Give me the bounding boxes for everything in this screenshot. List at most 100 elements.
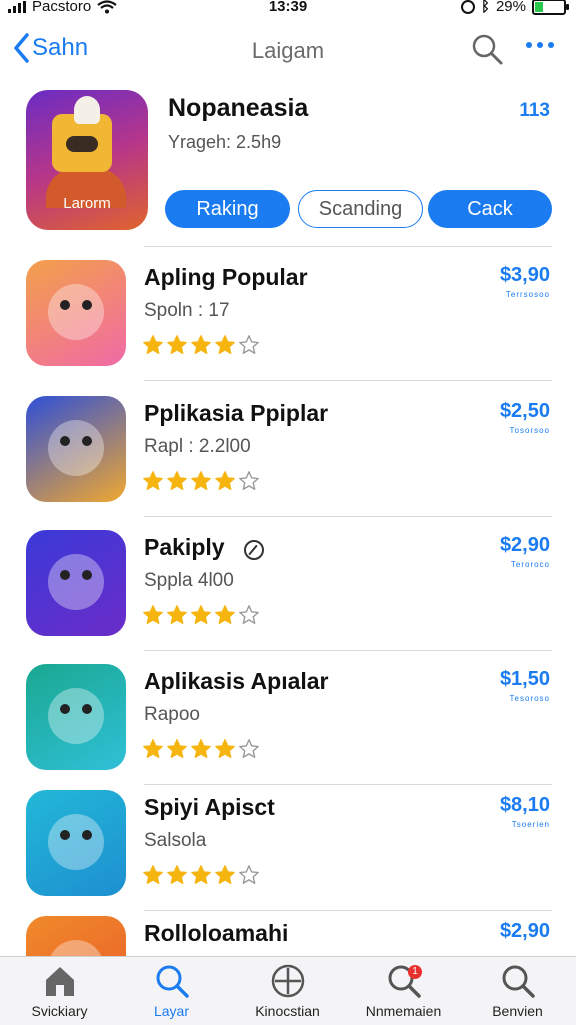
tab-label: Kinocstian — [255, 1003, 320, 1019]
app-name: Pakiply — [144, 534, 225, 560]
app-list-item[interactable]: Pplikasia Ppiplar Rapl : 2.2l00 $2,50 Tosor… — [26, 396, 552, 506]
featured-app-subtitle: Yrageh: 2.5h9 — [168, 132, 282, 152]
star-filled-icon — [215, 739, 235, 758]
star-filled-icon — [191, 605, 211, 624]
rating-stars — [142, 864, 260, 886]
app-price-button[interactable]: $2,50 — [500, 400, 550, 423]
price-note: Tsoerien — [511, 820, 550, 829]
star-filled-icon — [143, 471, 163, 490]
rating-stars — [142, 738, 260, 760]
star-filled-icon — [167, 739, 187, 758]
divider — [144, 784, 552, 785]
edit-icon — [244, 540, 264, 560]
star-filled-icon — [143, 605, 163, 624]
status-bar: Pacstoro 13:39 ᛒ 29% — [0, 0, 576, 20]
back-pill-button[interactable]: Cack — [428, 190, 552, 228]
star-empty-icon — [239, 865, 259, 884]
star-filled-icon — [215, 335, 235, 354]
tab-notifications[interactable]: 1 Nnmemaien — [346, 963, 461, 1019]
star-empty-icon — [239, 471, 259, 490]
star-filled-icon — [191, 865, 211, 884]
app-subtitle: Rapl : 2.2l00 — [144, 436, 251, 457]
star-filled-icon — [191, 471, 211, 490]
tab-home[interactable]: Svickiary — [2, 963, 117, 1019]
price-note: Tesoroso — [509, 694, 550, 703]
divider — [144, 380, 552, 381]
featured-app-name: Nopaneasia — [168, 94, 309, 122]
app-name: Rolloloamahi — [144, 920, 289, 946]
app-price-button[interactable]: $2,90 — [500, 920, 550, 943]
search-icon — [156, 965, 189, 998]
divider — [144, 650, 552, 651]
rating-stars — [142, 604, 260, 626]
featured-app-count: 113 — [519, 100, 550, 121]
app-name: Apling Popular — [144, 264, 308, 290]
star-filled-icon — [167, 605, 187, 624]
star-filled-icon — [215, 605, 235, 624]
app-subtitle: Salsola — [144, 830, 207, 851]
star-filled-icon — [215, 471, 235, 490]
more-button[interactable] — [526, 42, 554, 48]
star-filled-icon — [191, 739, 211, 758]
app-name: Spiyi Apisct — [144, 794, 275, 820]
star-empty-icon — [239, 739, 259, 758]
star-empty-icon — [239, 335, 259, 354]
featured-icon-label: Larorm — [63, 195, 111, 212]
app-list-item[interactable]: Pakiply Sppla 4l00 $2,90 Teroroco — [26, 530, 552, 640]
ranking-button[interactable]: Raking — [165, 190, 290, 228]
app-price-button[interactable]: $8,10 — [500, 794, 550, 817]
app-name: Pplikasia Ppiplar — [144, 400, 329, 426]
app-icon[interactable] — [26, 664, 126, 770]
star-filled-icon — [167, 471, 187, 490]
app-list-item[interactable]: Rolloloamahi $2,90 — [26, 916, 552, 1022]
rating-stars — [142, 470, 260, 492]
divider — [144, 246, 552, 247]
tab-label: Nnmemaien — [365, 1003, 442, 1019]
app-price-button[interactable]: $2,90 — [500, 534, 550, 557]
price-note: Terrsosoo — [505, 290, 550, 299]
app-list-item[interactable]: Spiyi Apisct Salsola $8,10 Tsoerien — [26, 790, 552, 900]
app-icon[interactable] — [26, 396, 126, 502]
app-icon[interactable] — [26, 260, 126, 366]
star-filled-icon — [167, 865, 187, 884]
location-icon — [460, 0, 475, 14]
app-list-item[interactable]: Aplikasis Apıalar Rapoo $1,50 Tesoroso — [26, 664, 552, 774]
star-filled-icon — [215, 865, 235, 884]
tab-bar: Svickiary Layar Kinocstian 1 Nnmemaien B… — [0, 956, 576, 1025]
home-icon — [45, 967, 74, 996]
star-filled-icon — [143, 739, 163, 758]
standing-button[interactable]: Scanding — [298, 190, 423, 228]
app-list-item[interactable]: Apling Popular Spoln : 17 $3,90 Terrsosoo — [26, 260, 552, 370]
bluetooth-icon: ᛒ — [480, 0, 490, 15]
app-price-button[interactable]: $3,90 — [500, 264, 550, 287]
app-subtitle: Spoln : 17 — [144, 300, 230, 321]
app-subtitle: Sppla 4l00 — [144, 570, 234, 591]
tab-label: Benvien — [492, 1003, 543, 1019]
notification-badge: 1 — [408, 965, 422, 979]
featured-app[interactable]: Larorm Nopaneasia Yrageh: 2.5h9 113 Raki… — [26, 90, 552, 235]
tab-label: Layar — [153, 1003, 190, 1019]
app-price-button[interactable]: $1,50 — [500, 668, 550, 691]
tab-search[interactable]: Layar — [114, 963, 229, 1019]
tab-label: Svickiary — [31, 1003, 88, 1019]
compass-icon — [271, 964, 304, 998]
battery-icon — [532, 0, 569, 15]
tab-explore[interactable]: Kinocstian — [230, 963, 345, 1019]
featured-app-icon[interactable]: Larorm — [26, 90, 148, 230]
app-icon[interactable] — [26, 790, 126, 896]
app-icon[interactable] — [26, 530, 126, 636]
price-note: Tosorsoo — [509, 426, 550, 435]
rating-stars — [142, 334, 260, 356]
battery-percent: 29% — [495, 0, 526, 15]
star-filled-icon — [191, 335, 211, 354]
navigation-bar: Sahn Laigam — [0, 28, 576, 72]
tab-review[interactable]: Benvien — [460, 963, 575, 1019]
star-empty-icon — [239, 605, 259, 624]
star-filled-icon — [167, 335, 187, 354]
search-icon — [502, 965, 535, 998]
price-note: Teroroco — [510, 560, 550, 569]
divider — [144, 516, 552, 517]
star-filled-icon — [143, 335, 163, 354]
search-icon[interactable] — [470, 32, 504, 66]
divider — [144, 910, 552, 911]
